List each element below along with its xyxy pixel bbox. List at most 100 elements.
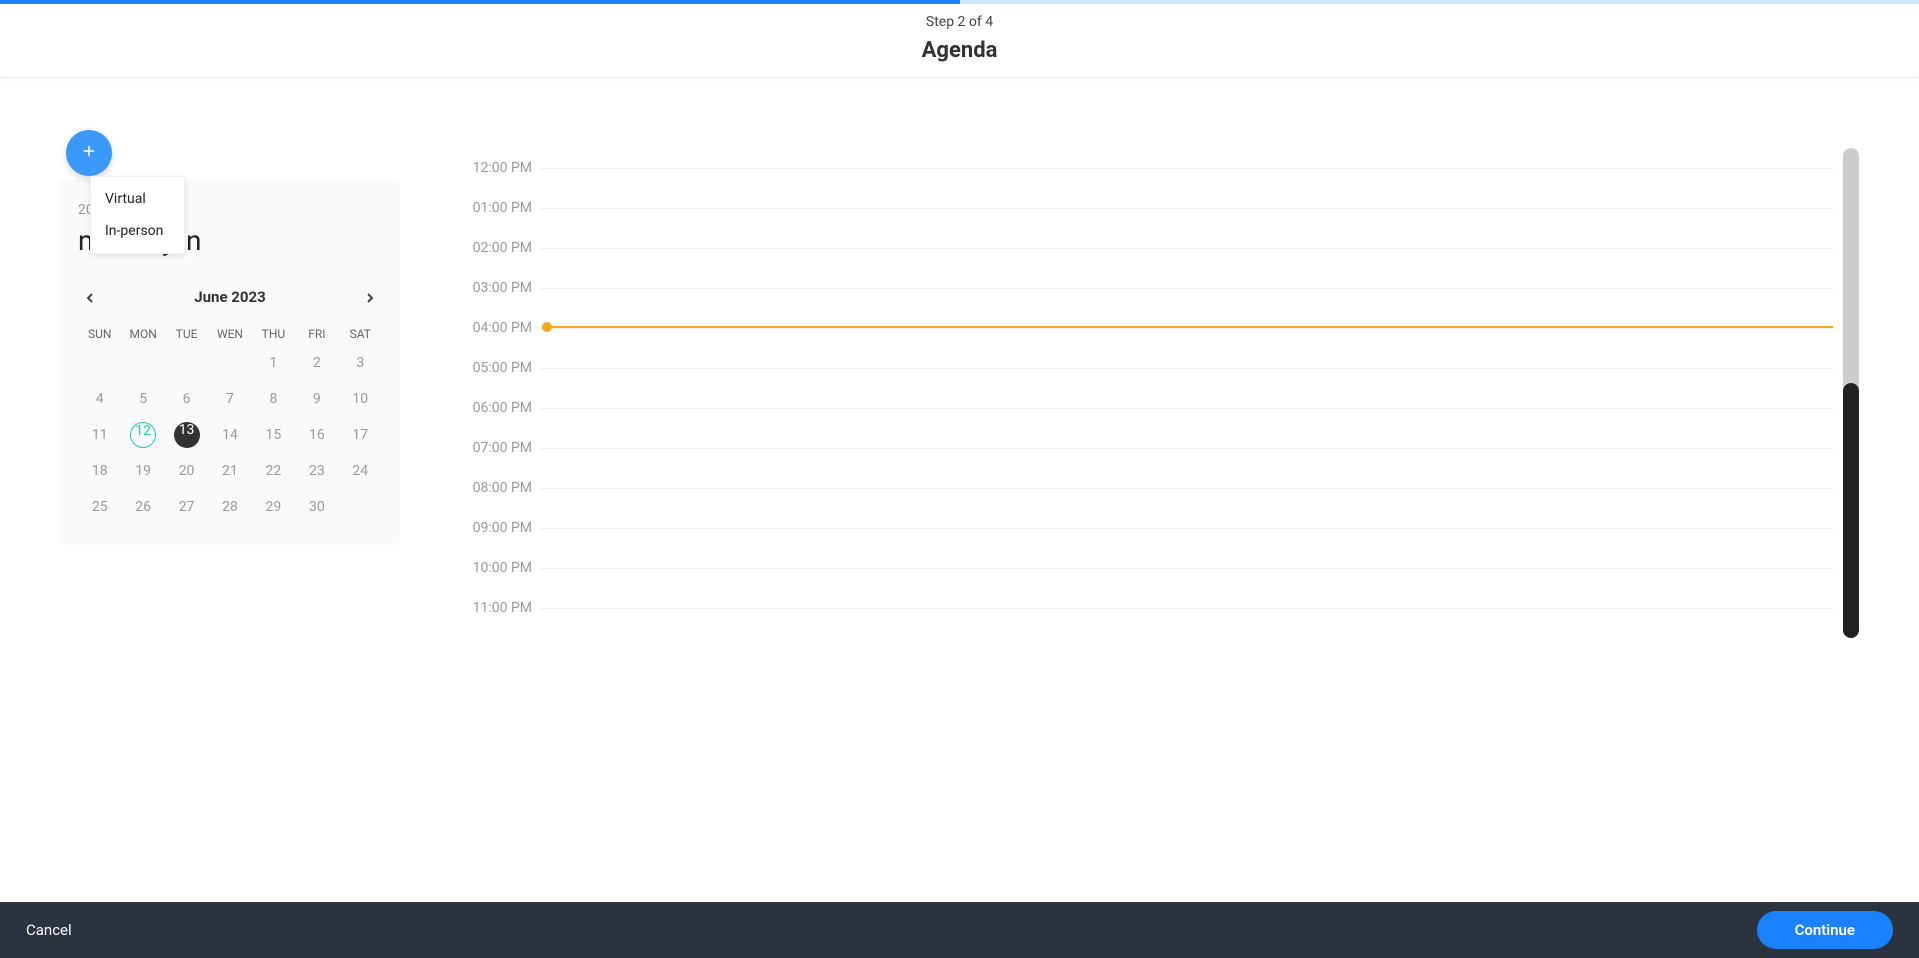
time-label: 12:00 PM	[460, 160, 540, 176]
time-label: 09:00 PM	[460, 520, 540, 536]
time-grid-line	[540, 448, 1833, 449]
calendar-dow: TUE	[165, 327, 208, 341]
calendar-day[interactable]: 4	[78, 385, 121, 413]
calendar-day[interactable]: 20	[165, 457, 208, 485]
calendar-day[interactable]: 29	[252, 493, 295, 521]
calendar-day[interactable]: 13	[165, 421, 208, 449]
menu-item-virtual[interactable]: Virtual	[91, 183, 184, 215]
time-grid-line	[540, 608, 1833, 609]
calendar-day[interactable]: 19	[121, 457, 164, 485]
time-row[interactable]: 08:00 PM	[460, 468, 1833, 508]
time-row[interactable]: 01:00 PM	[460, 188, 1833, 228]
calendar-weeks: 1234567891011121314151617181920212223242…	[78, 349, 382, 521]
menu-item-inperson[interactable]: In-person	[91, 215, 184, 247]
calendar-week-row: 18192021222324	[78, 457, 382, 485]
calendar-day[interactable]: 23	[295, 457, 338, 485]
calendar-day[interactable]: 3	[339, 349, 382, 377]
time-grid-line	[540, 488, 1833, 489]
calendar-dow: SUN	[78, 327, 121, 341]
time-row[interactable]: 10:00 PM	[460, 548, 1833, 588]
calendar-week-row: 45678910	[78, 385, 382, 413]
calendar-prev-month[interactable]	[78, 285, 102, 309]
time-label: 10:00 PM	[460, 560, 540, 576]
calendar-header: June 2023	[78, 285, 382, 309]
time-grid-line	[540, 248, 1833, 249]
cancel-button[interactable]: Cancel	[26, 921, 72, 939]
calendar-day[interactable]: 24	[339, 457, 382, 485]
time-grid-scrollbar-thumb[interactable]	[1843, 383, 1859, 638]
add-session-button[interactable]	[66, 130, 112, 176]
calendar-day[interactable]: 5	[121, 385, 164, 413]
time-row[interactable]: 12:00 PM	[460, 148, 1833, 188]
step-progress-track	[0, 0, 1919, 4]
time-grid-line	[540, 408, 1833, 409]
calendar-dow: WEN	[208, 327, 251, 341]
time-label: 08:00 PM	[460, 480, 540, 496]
calendar-day[interactable]: 26	[121, 493, 164, 521]
plus-icon	[80, 142, 98, 164]
calendar-day[interactable]: 17	[339, 421, 382, 449]
time-row[interactable]: 09:00 PM	[460, 508, 1833, 548]
calendar-day[interactable]: 30	[295, 493, 338, 521]
time-label: 01:00 PM	[460, 200, 540, 216]
time-grid[interactable]: 12:00 PM 01:00 PM 02:00 PM 03:00 PM 04:00 PM…	[460, 148, 1833, 638]
calendar-day	[165, 349, 208, 377]
calendar-day	[339, 493, 382, 521]
footer: Cancel Continue	[0, 902, 1919, 958]
calendar-day[interactable]: 9	[295, 385, 338, 413]
time-grid-line	[540, 568, 1833, 569]
calendar-next-month[interactable]	[358, 285, 382, 309]
calendar-dow: MON	[121, 327, 164, 341]
time-row[interactable]: 02:00 PM	[460, 228, 1833, 268]
calendar-week-row: 252627282930	[78, 493, 382, 521]
time-row[interactable]: 04:00 PM	[460, 308, 1833, 348]
calendar-day[interactable]: 21	[208, 457, 251, 485]
header: Step 2 of 4 Agenda	[0, 4, 1919, 78]
calendar-column: Virtual In-person 2023 mo 12 jun June 20…	[60, 148, 400, 545]
chevron-left-icon	[85, 288, 95, 307]
time-label: 02:00 PM	[460, 240, 540, 256]
page-title: Agenda	[0, 38, 1919, 63]
calendar-day[interactable]: 15	[252, 421, 295, 449]
calendar-day[interactable]: 28	[208, 493, 251, 521]
calendar-day[interactable]: 27	[165, 493, 208, 521]
chevron-right-icon	[365, 288, 375, 307]
time-grid-column: 12:00 PM 01:00 PM 02:00 PM 03:00 PM 04:00 PM…	[460, 148, 1859, 638]
time-grid-line	[540, 288, 1833, 289]
calendar-dow-row: SUNMONTUEWENTHUFRISAT	[78, 327, 382, 341]
calendar-dow: SAT	[339, 327, 382, 341]
calendar-day[interactable]: 14	[208, 421, 251, 449]
time-label: 04:00 PM	[460, 320, 540, 336]
calendar-day[interactable]: 1	[252, 349, 295, 377]
calendar-day[interactable]: 2	[295, 349, 338, 377]
time-row[interactable]: 05:00 PM	[460, 348, 1833, 388]
calendar-day[interactable]: 22	[252, 457, 295, 485]
time-label: 05:00 PM	[460, 360, 540, 376]
calendar-day[interactable]: 12	[121, 421, 164, 449]
time-row[interactable]: 07:00 PM	[460, 428, 1833, 468]
calendar-day	[208, 349, 251, 377]
step-label: Step 2 of 4	[0, 14, 1919, 30]
time-grid-line	[540, 168, 1833, 169]
time-grid-line	[540, 208, 1833, 209]
calendar-dow: THU	[252, 327, 295, 341]
calendar-week-row: 11121314151617	[78, 421, 382, 449]
calendar-day[interactable]: 16	[295, 421, 338, 449]
calendar-day[interactable]: 25	[78, 493, 121, 521]
add-session-menu: Virtual In-person	[90, 176, 185, 254]
calendar-day[interactable]: 11	[78, 421, 121, 449]
calendar-day[interactable]: 10	[339, 385, 382, 413]
calendar-week-row: 123	[78, 349, 382, 377]
calendar-month-label: June 2023	[194, 288, 265, 306]
calendar-day[interactable]: 6	[165, 385, 208, 413]
continue-button[interactable]: Continue	[1757, 911, 1893, 949]
time-row[interactable]: 03:00 PM	[460, 268, 1833, 308]
calendar-day[interactable]: 7	[208, 385, 251, 413]
step-progress-fill	[0, 0, 960, 4]
time-row[interactable]: 06:00 PM	[460, 388, 1833, 428]
calendar-day[interactable]: 8	[252, 385, 295, 413]
calendar-day[interactable]: 18	[78, 457, 121, 485]
time-row[interactable]: 11:00 PM	[460, 588, 1833, 628]
time-grid-scrollbar[interactable]	[1843, 148, 1859, 638]
time-label: 11:00 PM	[460, 600, 540, 616]
